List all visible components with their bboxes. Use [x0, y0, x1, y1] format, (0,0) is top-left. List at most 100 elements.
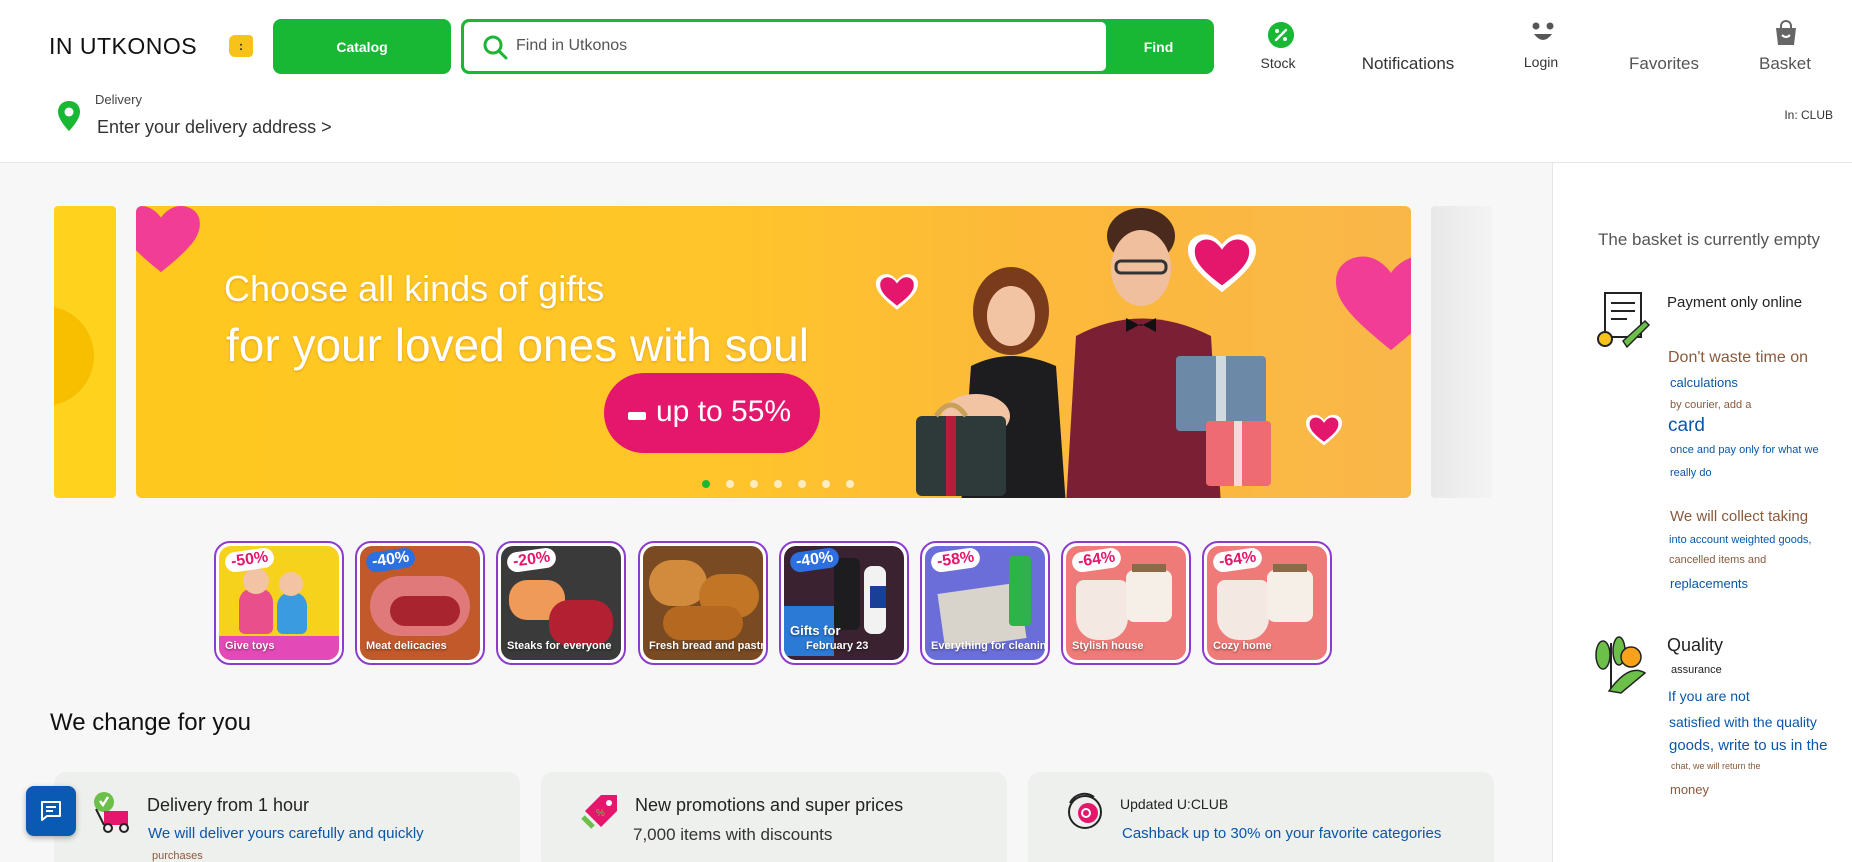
quality-title: Quality	[1667, 635, 1724, 655]
collect-text-1: We will collect taking	[1670, 508, 1809, 525]
tile-decoration	[1009, 556, 1031, 626]
discount-badge: -58%	[929, 546, 982, 574]
club-label[interactable]: In: CLUB	[1784, 108, 1833, 122]
tile-decoration	[1273, 564, 1307, 572]
logo-badge: :	[229, 35, 253, 57]
face-icon[interactable]	[1530, 20, 1556, 46]
category-tile[interactable]: -64% Cozy home	[1202, 541, 1332, 665]
heart-icon	[1336, 256, 1411, 350]
search-input[interactable]	[516, 32, 1086, 60]
tile-decoration	[239, 588, 273, 634]
section-title: We change for you	[50, 709, 252, 736]
find-button[interactable]: Find	[1106, 22, 1211, 71]
carousel-dot[interactable]	[774, 480, 782, 488]
card-title: Delivery from 1 hour	[147, 795, 310, 815]
percent-icon[interactable]	[1268, 22, 1294, 48]
payment-text-4: card	[1668, 415, 1705, 436]
nav-notifications[interactable]: Notifications	[1362, 54, 1455, 74]
quality-text-2: If you are not	[1668, 688, 1750, 704]
heart-icon	[1306, 414, 1342, 446]
delivery-label: Delivery	[95, 92, 142, 107]
discount-badge: -64%	[1211, 546, 1264, 574]
tile-decoration	[390, 596, 460, 626]
category-tile-image: -50% Give toys	[219, 546, 339, 660]
payment-text-3: by courier, add a	[1670, 399, 1752, 411]
search-icon	[483, 35, 508, 60]
category-tile-image: -40% Meat delicacies	[360, 546, 480, 660]
tile-decoration	[279, 572, 303, 596]
feature-card-delivery[interactable]: Delivery from 1 hour We will deliver you…	[54, 772, 520, 862]
feature-card-club[interactable]: Updated U:CLUB Cashback up to 30% on you…	[1028, 772, 1494, 862]
banner-prev-slide[interactable]	[54, 206, 116, 498]
feature-card-promotions[interactable]: % New promotions and super prices 7,000 …	[541, 772, 1007, 862]
collect-text-4: replacements	[1670, 576, 1749, 591]
tile-decoration	[243, 568, 269, 594]
tile-decoration	[277, 592, 307, 634]
category-tile-label: Give toys	[225, 640, 275, 652]
delivery-address-link[interactable]: Enter your delivery address >	[97, 117, 332, 138]
payment-text-1: Don't waste time on	[1668, 349, 1809, 366]
tile-decoration	[834, 558, 860, 630]
discount-badge: -64%	[1070, 546, 1123, 574]
tile-decoration	[1267, 570, 1313, 622]
carousel-dot[interactable]	[726, 480, 734, 488]
quality-text-3: satisfied with the quality	[1669, 714, 1817, 730]
carousel-dot[interactable]	[750, 480, 758, 488]
delivery-icon	[94, 792, 129, 833]
carousel-dot[interactable]	[702, 480, 710, 488]
bag-icon[interactable]	[1773, 20, 1799, 46]
nav-login[interactable]: Login	[1524, 54, 1558, 70]
category-tile-label: Steaks for everyone	[507, 640, 612, 652]
quality-text-1: assurance	[1671, 664, 1722, 676]
category-tile[interactable]: -40% Gifts for February 23	[779, 541, 909, 665]
location-pin-icon[interactable]	[57, 100, 81, 132]
carousel-dot[interactable]	[846, 480, 854, 488]
banner-headline-1: Choose all kinds of gifts	[224, 268, 605, 309]
card-title: Updated U:CLUB	[1120, 796, 1229, 812]
chat-button[interactable]	[26, 786, 76, 836]
category-tile-image: -40% Gifts for February 23	[784, 546, 904, 660]
nav-basket[interactable]: Basket	[1759, 54, 1811, 74]
card-title: New promotions and super prices	[635, 795, 904, 815]
decorative-circle	[54, 306, 94, 406]
category-tile-image: -20% Steaks for everyone	[501, 546, 621, 660]
promo-banner[interactable]: Choose all kinds of gifts for your loved…	[136, 206, 1411, 498]
carousel-dots[interactable]	[702, 480, 854, 488]
search-field-area	[464, 22, 1106, 71]
receipt-icon	[1597, 292, 1651, 349]
banner-next-slide[interactable]	[1431, 206, 1493, 498]
logo[interactable]: IN UTKONOS	[49, 33, 197, 60]
collect-text-3: cancelled items and	[1669, 554, 1767, 566]
card-subtitle: 7,000 items with discounts	[633, 825, 833, 844]
category-tile[interactable]: -64% Stylish house	[1061, 541, 1191, 665]
category-tile-label: Everything for cleaning	[931, 640, 1045, 652]
category-tile[interactable]: -20% Steaks for everyone	[496, 541, 626, 665]
category-tile[interactable]: -58% Everything for cleaning	[920, 541, 1050, 665]
nav-favorites[interactable]: Favorites	[1629, 54, 1699, 74]
category-tile[interactable]: -40% Meat delicacies	[355, 541, 485, 665]
category-tile-label: Stylish house	[1072, 640, 1144, 652]
promo-tag-icon: %	[581, 795, 617, 829]
heart-icon	[876, 274, 918, 310]
discount-badge: -40%	[788, 546, 841, 574]
carousel-dot[interactable]	[822, 480, 830, 488]
banner-promo-pill: up to 55%	[604, 373, 820, 453]
category-tile-image: Fresh bread and pastries	[643, 546, 763, 660]
card-subtitle-2: purchases	[152, 850, 203, 862]
svg-text:%: %	[596, 808, 605, 819]
man-illustration	[1066, 208, 1271, 498]
category-tile[interactable]: Fresh bread and pastries	[638, 541, 768, 665]
nav-stock[interactable]: Stock	[1260, 55, 1295, 71]
category-tile[interactable]: -50% Give toys	[214, 541, 344, 665]
carousel-dot[interactable]	[798, 480, 806, 488]
basket-panel: The basket is currently empty Payment on…	[1552, 163, 1852, 862]
search-box: Find	[461, 19, 1214, 74]
banner-headline-2: for your loved ones with soul	[226, 319, 809, 371]
catalog-button[interactable]: Catalog	[273, 19, 451, 74]
category-tile-image: -64% Cozy home	[1207, 546, 1327, 660]
tile-decoration	[1126, 570, 1172, 622]
card-subtitle: Cashback up to 30% on your favorite cate…	[1122, 825, 1442, 842]
header: IN UTKONOS : Catalog Find Stock Notifica…	[0, 0, 1852, 163]
category-tile-label: Meat delicacies	[366, 640, 447, 652]
quality-text-5: chat, we will return the	[1671, 761, 1761, 771]
